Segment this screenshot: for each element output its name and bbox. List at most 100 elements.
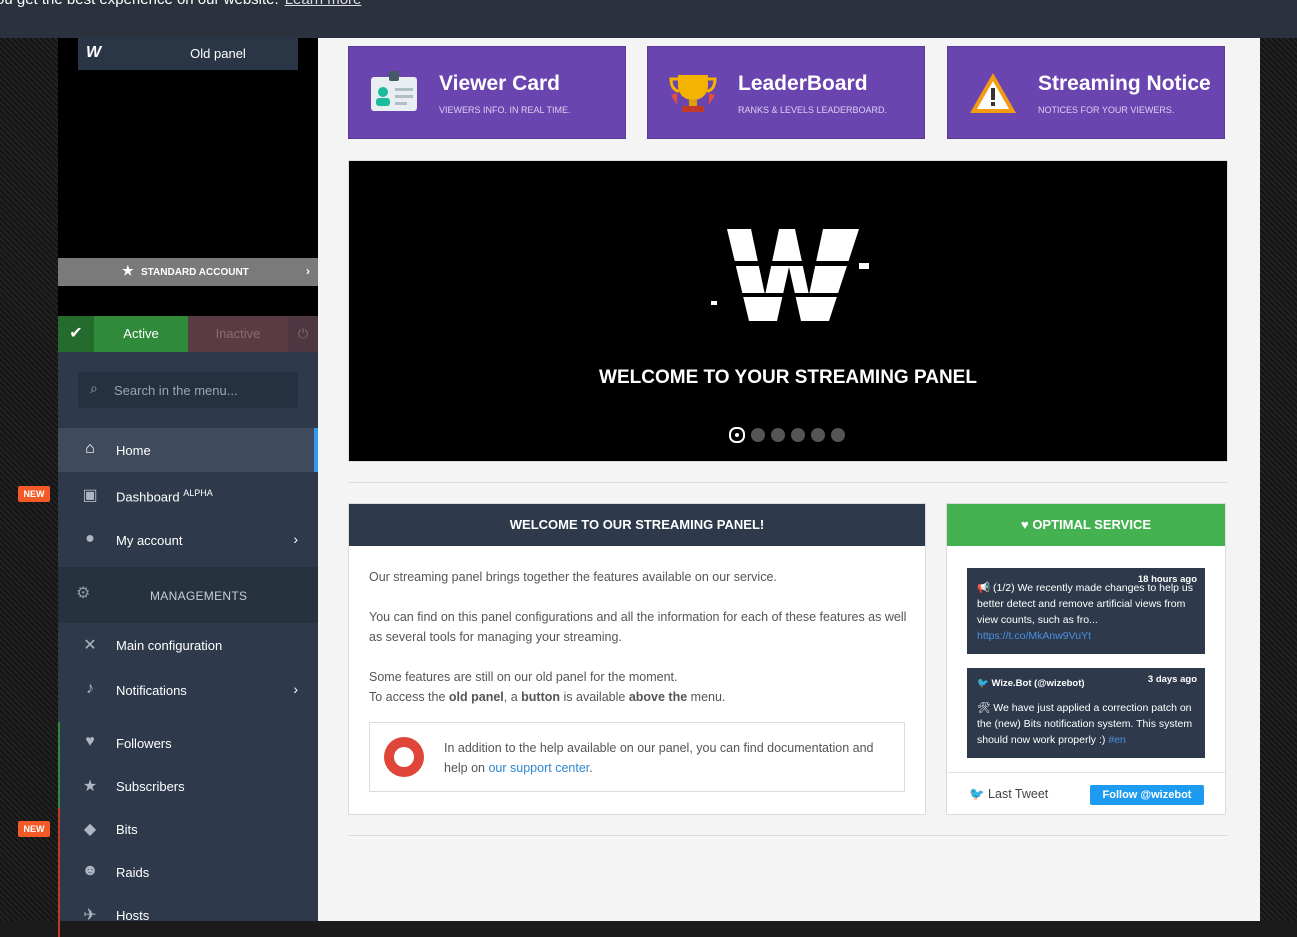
background-pattern-right <box>1260 38 1297 921</box>
hashtag-link[interactable]: #en <box>1108 734 1126 746</box>
welcome-paragraph-1: Our streaming panel brings together the … <box>369 570 777 584</box>
users-icon: ☻ <box>81 862 99 879</box>
sidebar-item-raids[interactable]: ☻ Raids <box>58 850 318 894</box>
wizebot-logo-icon <box>709 229 869 321</box>
tools-icon: 🛠 <box>977 702 994 714</box>
cookie-banner: ou get the best experience on our websit… <box>0 0 1297 38</box>
sidebar-item-my-account[interactable]: ● My account › <box>58 518 318 562</box>
sidebar-item-main-configuration[interactable]: ✕ Main configuration <box>58 623 318 667</box>
sidebar-item-label: Followers <box>116 736 172 751</box>
sidebar-item-hosts[interactable]: ✈ Hosts <box>58 893 318 937</box>
sidebar-item-notifications[interactable]: ♪ Notifications › <box>58 668 318 712</box>
gears-icon: ⚙ <box>76 585 91 602</box>
tweet-author: Wize.Bot (@wizebot) <box>991 678 1085 689</box>
sidebar-item-home[interactable]: ⌂ Home <box>58 428 318 472</box>
color-marker <box>58 808 60 851</box>
carousel-dot[interactable] <box>831 428 845 442</box>
sidebar-item-label: Home <box>116 443 151 458</box>
help-text: In addition to the help available on our… <box>444 741 874 775</box>
tweet-link[interactable]: https://t.co/MkAnw9VuYt <box>977 630 1091 642</box>
power-icon[interactable]: ⏻ <box>288 316 318 352</box>
tweet-card[interactable]: 3 days ago 🐦 Wize.Bot (@wizebot) 🛠 We ha… <box>967 668 1205 758</box>
new-badge-dashboard: NEW <box>18 486 50 502</box>
color-marker <box>58 851 60 894</box>
star-icon: ★ <box>82 778 98 795</box>
heart-icon: ♥ <box>85 733 95 750</box>
menu-search-input[interactable]: ⌕ Search in the menu... <box>78 372 298 408</box>
new-badge-bits: NEW <box>18 821 50 837</box>
chevron-right-icon: › <box>306 264 310 278</box>
divider <box>348 835 1228 836</box>
stream-preview[interactable]: W Old panel ★ STANDARD ACCOUNT › <box>58 38 318 316</box>
megaphone-icon: 📢 <box>977 582 993 594</box>
status-inactive-button[interactable]: Inactive <box>188 316 288 352</box>
warning-icon <box>968 71 1018 115</box>
sidebar-item-label: Bits <box>116 822 138 837</box>
carousel-dots <box>729 426 859 444</box>
twitter-footer: 🐦 Last Tweet Follow @wizebot <box>947 772 1225 815</box>
sidebar: W Old panel ★ STANDARD ACCOUNT › ✔ Activ… <box>58 38 318 937</box>
color-marker <box>58 765 60 808</box>
welcome-paragraph-3: Some features are still on our old panel… <box>369 670 678 684</box>
sidebar-item-dashboard[interactable]: ▣ Dashboard ALPHA <box>58 473 318 517</box>
status-toggle: ✔ Active Inactive ⏻ <box>58 316 318 352</box>
search-placeholder: Search in the menu... <box>114 383 238 398</box>
tile-title: LeaderBoard <box>738 72 868 95</box>
section-managements: ⚙ MANAGEMENTS <box>58 567 318 623</box>
carousel-dot[interactable] <box>771 428 785 442</box>
welcome-panel: WELCOME TO OUR STREAMING PANEL! Our stre… <box>348 503 926 815</box>
last-tweet-link[interactable]: 🐦 Last Tweet <box>969 787 1048 802</box>
tile-leaderboard[interactable]: LeaderBoard RANKS & LEVELS LEADERBOARD. <box>647 46 925 139</box>
old-panel-label: Old panel <box>190 46 246 61</box>
main-content: Viewer Card VIEWERS INFO. IN REAL TIME. … <box>318 38 1260 921</box>
tile-subtitle: VIEWERS INFO. IN REAL TIME. <box>439 105 571 115</box>
tools-icon: ✕ <box>83 637 97 654</box>
tweet-card[interactable]: 18 hours ago 📢 (1/2) We recently made ch… <box>967 568 1205 654</box>
id-card-icon <box>369 71 419 115</box>
check-icon: ✔ <box>58 316 94 352</box>
search-icon: ⌕ <box>90 380 98 396</box>
twitter-icon: 🐦 <box>977 678 992 689</box>
chevron-right-icon: › <box>293 531 298 547</box>
sidebar-item-label: Raids <box>116 865 150 880</box>
service-title: ♥ OPTIMAL SERVICE <box>947 504 1225 546</box>
tweet-time: 18 hours ago <box>1137 574 1197 585</box>
sidebar-item-label: My account <box>116 533 183 548</box>
support-center-link[interactable]: our support center <box>488 761 589 775</box>
carousel-dot-active[interactable] <box>729 427 745 443</box>
tile-title: Viewer Card <box>439 72 561 95</box>
service-panel: ♥ OPTIMAL SERVICE 18 hours ago 📢 (1/2) W… <box>946 503 1226 815</box>
wizebot-logo-icon: W <box>86 44 102 61</box>
tile-streaming-notice[interactable]: Streaming Notice NOTICES FOR YOUR VIEWER… <box>947 46 1225 139</box>
carousel-dot[interactable] <box>811 428 825 442</box>
color-marker <box>58 894 60 937</box>
twitter-icon: 🐦 <box>969 787 989 801</box>
sidebar-item-bits[interactable]: ◆ Bits <box>58 807 318 851</box>
carousel-dot[interactable] <box>791 428 805 442</box>
learn-more-link[interactable]: Learn more <box>285 0 362 8</box>
tile-viewer-card[interactable]: Viewer Card VIEWERS INFO. IN REAL TIME. <box>348 46 626 139</box>
tweet-text: We have just applied a correction patch … <box>977 702 1193 746</box>
trophy-icon <box>668 71 718 115</box>
host-icon: ✈ <box>83 907 97 924</box>
cookie-text: ou get the best experience on our websit… <box>0 0 279 8</box>
old-panel-button[interactable]: W Old panel <box>78 38 298 70</box>
follow-button[interactable]: Follow @wizebot <box>1090 785 1204 805</box>
carousel-dot[interactable] <box>751 428 765 442</box>
account-type-bar[interactable]: ★ STANDARD ACCOUNT › <box>58 258 318 286</box>
status-active-button[interactable]: Active <box>94 316 188 352</box>
sidebar-item-subscribers[interactable]: ★ Subscribers <box>58 764 318 808</box>
account-type-label: STANDARD ACCOUNT <box>141 267 249 278</box>
lifebuoy-icon <box>384 737 424 777</box>
section-label: MANAGEMENTS <box>150 589 248 603</box>
sidebar-item-followers[interactable]: ♥ Followers <box>58 721 318 765</box>
sidebar-item-label: Notifications <box>116 683 187 698</box>
tile-subtitle: NOTICES FOR YOUR VIEWERS. <box>1038 105 1175 115</box>
tile-subtitle: RANKS & LEVELS LEADERBOARD. <box>738 105 888 115</box>
sidebar-item-label: Main configuration <box>116 638 223 653</box>
heartbeat-icon: ♥ <box>1020 517 1033 532</box>
welcome-carousel[interactable]: WELCOME TO YOUR STREAMING PANEL <box>348 160 1228 462</box>
sidebar-item-label: Subscribers <box>116 779 185 794</box>
welcome-panel-title: WELCOME TO OUR STREAMING PANEL! <box>349 504 925 546</box>
welcome-paragraph-4: To access the old panel, a button is ava… <box>369 690 726 704</box>
